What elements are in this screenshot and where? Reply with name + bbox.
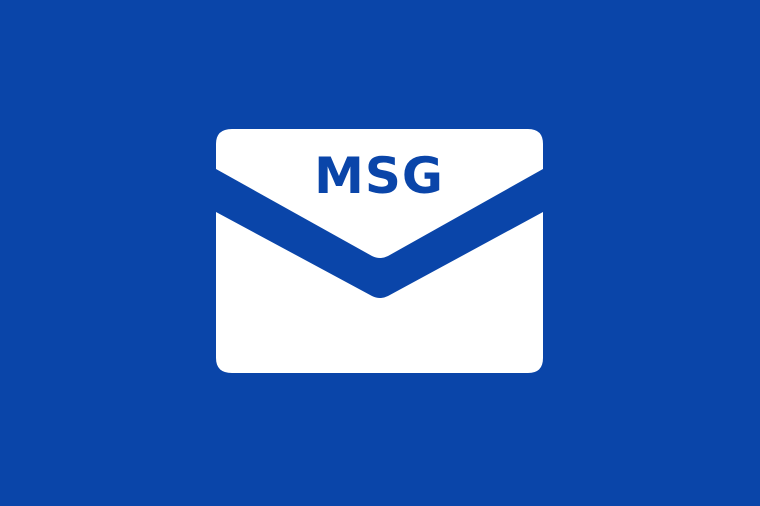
- msg-banner: MSG: [0, 0, 760, 506]
- envelope-icon: [216, 129, 543, 373]
